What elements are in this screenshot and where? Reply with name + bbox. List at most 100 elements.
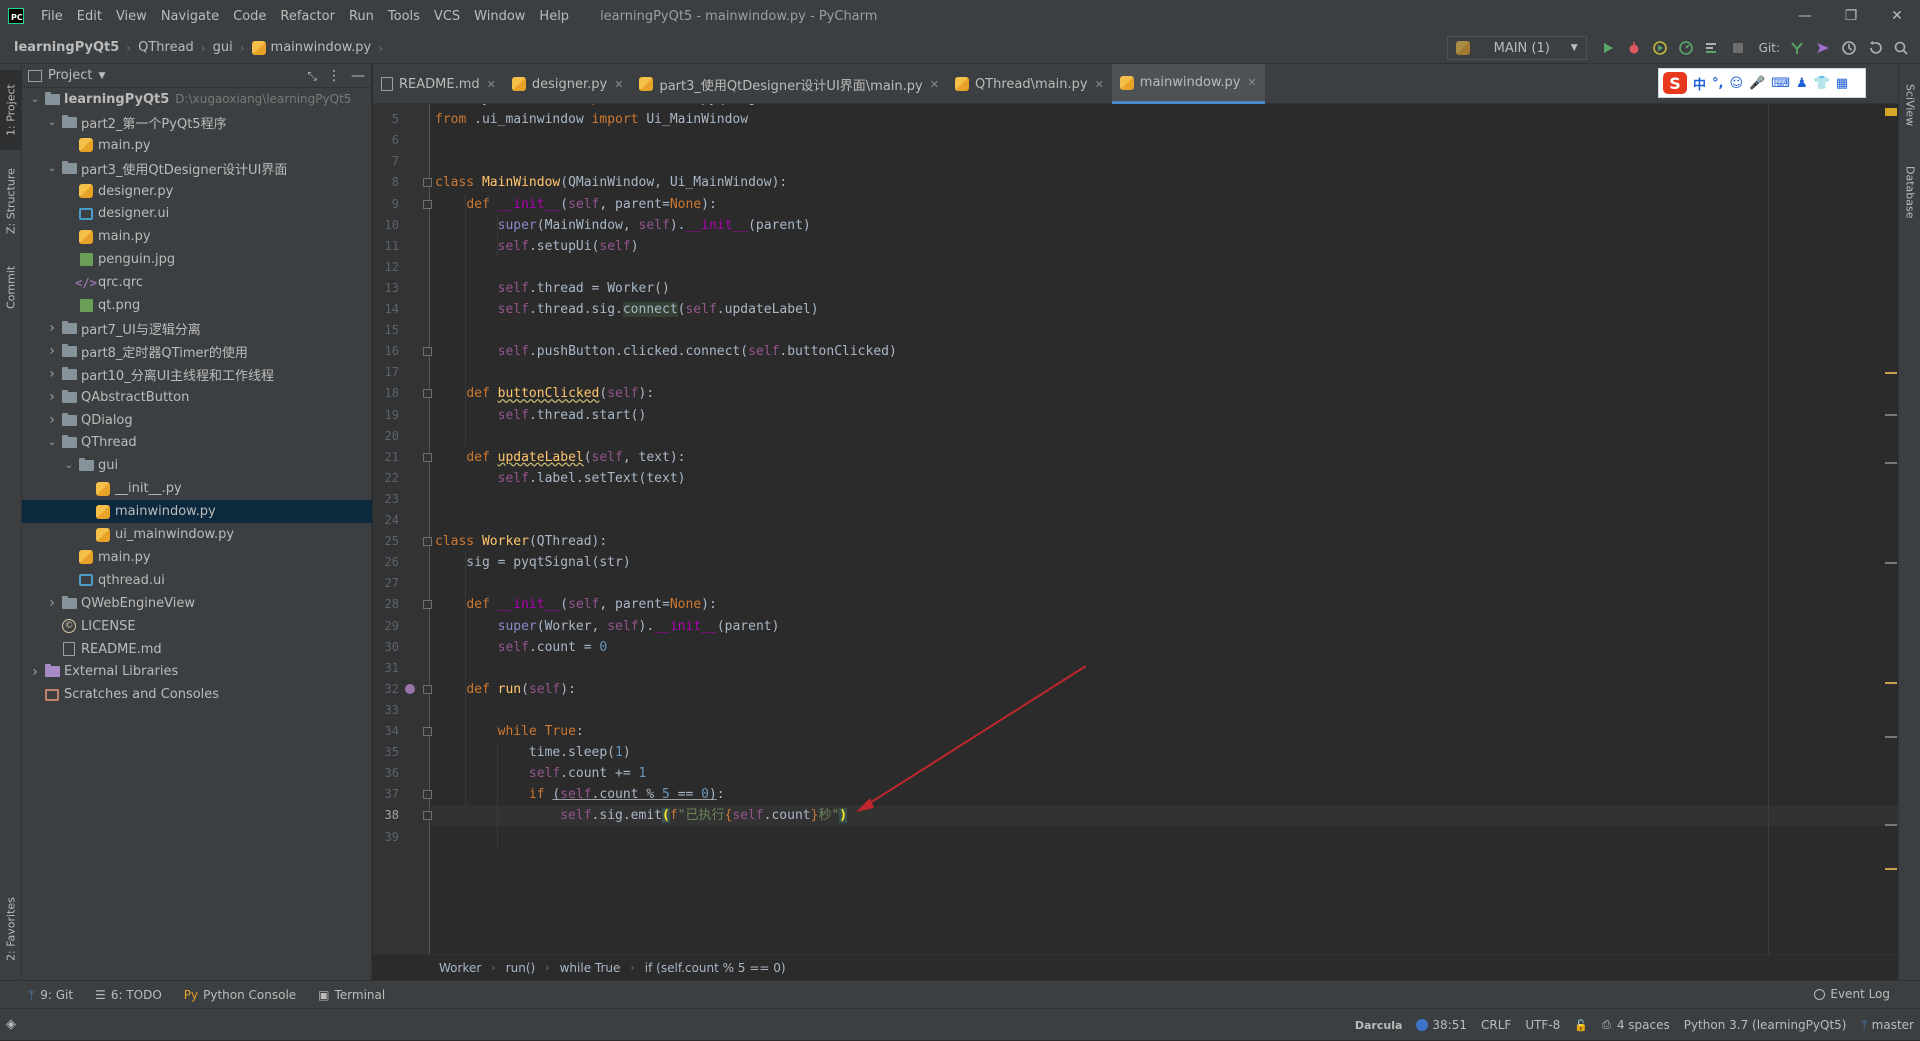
code-line[interactable]: while True: xyxy=(435,721,584,742)
tree-item[interactable]: › part8_定时器QTimer的使用 xyxy=(22,340,372,363)
code-line[interactable]: super(Worker, self).__init__(parent) xyxy=(435,616,780,637)
editor-breadcrumb-item[interactable]: if (self.count % 5 == 0) xyxy=(645,961,786,975)
collapse-all-icon[interactable]: ⤡ xyxy=(307,69,317,84)
line-number[interactable]: 22 xyxy=(373,468,399,489)
code-line[interactable]: def __init__(self, parent=None): xyxy=(435,594,717,615)
menu-help[interactable]: Help xyxy=(532,9,576,24)
scrollbar-marker[interactable] xyxy=(1885,682,1897,684)
line-number[interactable]: 18 xyxy=(373,383,399,404)
menu-file[interactable]: File xyxy=(34,9,70,24)
line-number[interactable]: 23 xyxy=(373,489,399,510)
editor-breadcrumb-item[interactable]: Worker xyxy=(439,961,481,975)
tree-item[interactable]: › part7_UI与逻辑分离 xyxy=(22,317,372,340)
tree-item[interactable]: © LICENSE xyxy=(22,615,372,638)
line-number[interactable]: 37 xyxy=(373,784,399,805)
database-tool-tab[interactable]: Database xyxy=(1899,154,1920,230)
search-icon[interactable] xyxy=(1888,35,1914,61)
chevron-right-icon[interactable]: › xyxy=(45,412,59,428)
tree-item[interactable]: designer.py xyxy=(22,180,372,203)
line-number[interactable]: 38 xyxy=(373,805,399,826)
line-number[interactable]: 10 xyxy=(373,215,399,236)
fold-marker-icon[interactable] xyxy=(423,811,432,821)
line-number[interactable]: 32 xyxy=(373,679,399,700)
editor-tab[interactable]: designer.py ✕ xyxy=(504,64,632,104)
line-number[interactable]: 28 xyxy=(373,594,399,615)
chevron-down-icon[interactable]: ⌄ xyxy=(45,163,59,174)
line-number[interactable]: 36 xyxy=(373,763,399,784)
line-number[interactable]: 39 xyxy=(373,827,399,848)
editor-breadcrumb-item[interactable]: while True xyxy=(560,961,621,975)
code-line[interactable]: class Worker(QThread): xyxy=(435,531,607,552)
fold-marker-icon[interactable] xyxy=(423,389,432,399)
tree-item[interactable]: ⌄ part2_第一个PyQt5程序 xyxy=(22,111,372,134)
code-line[interactable]: self.thread = Worker() xyxy=(435,278,670,299)
line-number[interactable]: 34 xyxy=(373,721,399,742)
ime-chinese-mode-icon[interactable]: 中 xyxy=(1693,74,1706,93)
maximize-button[interactable]: ❐ xyxy=(1828,0,1874,32)
fold-marker-icon[interactable] xyxy=(423,727,432,736)
python-interpreter[interactable]: Python 3.7 (learningPyQt5) xyxy=(1684,1018,1847,1032)
code-line[interactable]: super(MainWindow, self).__init__(parent) xyxy=(435,215,811,236)
git-push-icon[interactable] xyxy=(1810,35,1836,61)
line-separator[interactable]: CRLF xyxy=(1481,1018,1511,1032)
scrollbar-marker[interactable] xyxy=(1885,736,1897,738)
stop-icon[interactable] xyxy=(1725,35,1751,61)
tree-item[interactable]: › QAbstractButton xyxy=(22,386,372,409)
menu-code[interactable]: Code xyxy=(226,9,273,24)
tree-item[interactable]: Scratches and Consoles xyxy=(22,683,372,706)
git-history-icon[interactable] xyxy=(1836,35,1862,61)
ime-voice-icon[interactable]: 🎤 xyxy=(1749,76,1765,91)
tree-item[interactable]: › External Libraries xyxy=(22,661,372,684)
scrollbar-marker[interactable] xyxy=(1885,372,1897,374)
menu-refactor[interactable]: Refactor xyxy=(273,9,342,24)
line-number[interactable]: 7 xyxy=(373,151,399,172)
tree-item[interactable]: main.py xyxy=(22,225,372,248)
line-number[interactable]: 21 xyxy=(373,447,399,468)
chevron-right-icon[interactable]: › xyxy=(45,389,59,405)
menu-vcs[interactable]: VCS xyxy=(427,9,467,24)
line-number[interactable]: 17 xyxy=(373,362,399,383)
line-number[interactable]: 16 xyxy=(373,341,399,362)
ime-punctuation-icon[interactable]: °, xyxy=(1712,76,1723,91)
tool-window-terminal[interactable]: ▣ Terminal xyxy=(318,988,385,1002)
breadcrumb-folder-qthread[interactable]: QThread xyxy=(138,40,194,55)
code-line[interactable]: class MainWindow(QMainWindow, Ui_MainWin… xyxy=(435,172,787,193)
tree-item[interactable]: __init__.py xyxy=(22,477,372,500)
tree-item[interactable]: designer.ui xyxy=(22,203,372,226)
code-line[interactable]: from .ui_mainwindow import Ui_MainWindow xyxy=(435,109,748,130)
tree-item[interactable]: mainwindow.py xyxy=(22,500,372,524)
git-branch[interactable]: ᛘ master xyxy=(1860,1018,1914,1032)
commit-tool-tab[interactable]: Commit xyxy=(0,254,22,320)
line-number[interactable]: 6 xyxy=(373,130,399,151)
tree-item[interactable]: penguin.jpg xyxy=(22,248,372,271)
options-menu-icon[interactable]: ⋮ xyxy=(327,68,341,84)
theme-name[interactable]: Darcula xyxy=(1355,1019,1403,1032)
line-number[interactable]: 13 xyxy=(373,278,399,299)
editor-tab[interactable]: QThread\main.py ✕ xyxy=(947,64,1112,104)
menu-navigate[interactable]: Navigate xyxy=(154,9,226,24)
project-view-select[interactable]: Project xyxy=(48,68,92,83)
line-number[interactable]: 31 xyxy=(373,658,399,679)
line-number[interactable]: 9 xyxy=(373,194,399,215)
code-line[interactable]: self.count += 1 xyxy=(435,763,646,784)
tool-window-git[interactable]: ᛘ 9: Git xyxy=(28,988,73,1002)
file-encoding[interactable]: UTF-8 xyxy=(1525,1018,1560,1032)
line-number[interactable]: 14 xyxy=(373,299,399,320)
code-line[interactable]: self.label.setText(text) xyxy=(435,468,686,489)
editor-breadcrumb-item[interactable]: run() xyxy=(506,961,536,975)
minimize-button[interactable]: — xyxy=(1782,0,1828,32)
scrollbar-marker[interactable] xyxy=(1885,108,1897,116)
event-log-button[interactable]: Event Log xyxy=(1814,980,1890,1008)
fold-marker-icon[interactable] xyxy=(423,790,432,800)
close-tab-icon[interactable]: ✕ xyxy=(1095,78,1104,91)
chevron-right-icon[interactable]: › xyxy=(45,320,59,336)
code-line[interactable]: def __init__(self, parent=None): xyxy=(435,194,717,215)
code-line[interactable]: self.thread.start() xyxy=(435,405,647,426)
code-line[interactable]: def updateLabel(self, text): xyxy=(435,447,685,468)
build-icon[interactable] xyxy=(1699,35,1725,61)
tree-item[interactable]: ui_mainwindow.py xyxy=(22,523,372,546)
tree-item[interactable]: ⌄ QThread xyxy=(22,432,372,455)
line-number[interactable]: 15 xyxy=(373,320,399,341)
line-number[interactable]: 27 xyxy=(373,573,399,594)
chevron-down-icon[interactable]: ⌄ xyxy=(45,437,59,448)
